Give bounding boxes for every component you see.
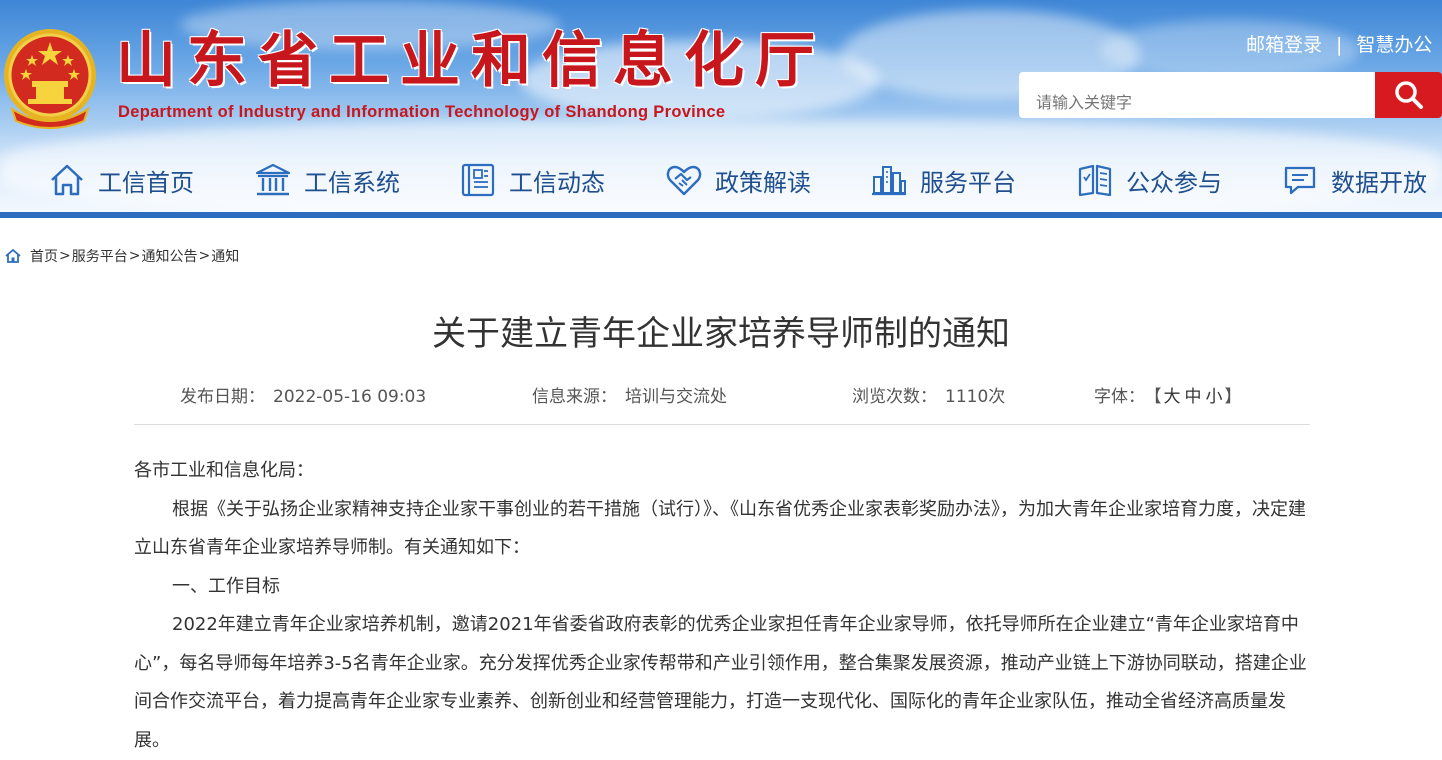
view-count-value: 1110次 [945, 387, 1006, 407]
info-source-label: 信息来源： [532, 387, 617, 407]
paragraph: 2022年建立青年企业家培养机制，邀请2021年省委省政府表彰的优秀企业家担任青… [134, 614, 1307, 751]
nav-label: 服务平台 [920, 168, 1016, 197]
national-emblem-icon [4, 29, 96, 129]
breadcrumb-separator: > [198, 248, 211, 264]
search-button[interactable] [1375, 72, 1442, 118]
home-icon [5, 248, 21, 263]
nav-item-system[interactable]: 工信系统 [254, 152, 400, 208]
building-icon [255, 163, 291, 196]
nav-item-service[interactable]: 服务平台 [870, 152, 1016, 208]
nav-item-news[interactable]: 工信动态 [459, 152, 605, 208]
font-bracket-close: 】 [1224, 387, 1242, 407]
font-large-button[interactable]: 大 [1164, 387, 1181, 407]
font-small-button[interactable]: 小 [1206, 387, 1223, 407]
header-divider [0, 212, 1442, 218]
publish-date-label: 发布日期： [180, 387, 265, 407]
nav-label: 政策解读 [715, 168, 811, 197]
top-links: 邮箱登录 | 智慧办公 [1246, 30, 1432, 57]
link-separator: | [1336, 34, 1343, 56]
font-size-switcher: 字体： 【大中小】 [1094, 382, 1242, 407]
breadcrumb-announcements[interactable]: 通知公告 [141, 246, 197, 266]
search-input[interactable] [1019, 72, 1375, 118]
site-header: 山东省工业和信息化厅 Department of Industry and In… [0, 0, 1442, 214]
mail-login-link[interactable]: 邮箱登录 [1246, 30, 1322, 57]
news-icon [461, 163, 495, 197]
font-medium-button[interactable]: 中 [1185, 387, 1202, 407]
site-subtitle: Department of Industry and Information T… [118, 103, 726, 121]
breadcrumb: 首页 > 服务平台 > 通知公告 > 通知 [4, 246, 239, 266]
meta-divider [134, 424, 1310, 425]
nav-item-policy[interactable]: 政策解读 [665, 152, 811, 208]
section-heading: 一、工作目标 [172, 575, 280, 597]
salutation: 各市工业和信息化局： [134, 460, 314, 481]
site-title: 山东省工业和信息化厅 [116, 26, 826, 96]
article-title: 关于建立青年企业家培养导师制的通知 [432, 314, 1010, 354]
breadcrumb-service-platform[interactable]: 服务平台 [72, 246, 128, 266]
nav-item-home[interactable]: 工信首页 [48, 152, 194, 208]
chat-icon [1284, 166, 1316, 195]
breadcrumb-separator: > [59, 248, 71, 264]
publish-date-value: 2022-05-16 09:03 [273, 387, 427, 407]
nav-label: 数据开放 [1331, 168, 1427, 197]
home-icon [51, 164, 83, 196]
font-size-label: 字体： [1094, 387, 1145, 407]
nav-label: 工信系统 [304, 168, 400, 197]
publish-date: 发布日期： 2022-05-16 09:03 [180, 382, 426, 407]
info-source-value: 培训与交流处 [625, 387, 727, 407]
view-count: 浏览次数： 1110次 [852, 382, 1005, 407]
nav-label: 公众参与 [1126, 168, 1222, 197]
breadcrumb-notice[interactable]: 通知 [211, 246, 239, 266]
breadcrumb-separator: > [128, 248, 141, 264]
city-icon [872, 166, 906, 196]
main-nav: 工信首页 工信系统 工信动态 政策解读 服务平台 公众参与 数据开放 [0, 152, 1442, 208]
paragraph: 根据《关于弘扬企业家精神支持企业家干事创业的若干措施（试行）》、《山东省优秀企业… [134, 498, 1306, 559]
article-body: 各市工业和信息化局： 根据《关于弘扬企业家精神支持企业家干事创业的若干措施（试行… [134, 452, 1310, 760]
nav-item-participation[interactable]: 公众参与 [1076, 152, 1222, 208]
search-icon [1394, 81, 1423, 109]
font-bracket-open: 【 [1153, 387, 1162, 407]
nav-label: 工信首页 [98, 168, 194, 197]
nav-label: 工信动态 [509, 168, 605, 197]
handshake-icon [666, 165, 702, 196]
nav-item-data[interactable]: 数据开放 [1281, 152, 1427, 208]
info-source: 信息来源： 培训与交流处 [532, 382, 727, 407]
smart-office-link[interactable]: 智慧办公 [1356, 30, 1432, 57]
breadcrumb-home[interactable]: 首页 [30, 246, 58, 266]
book-icon [1078, 164, 1112, 197]
view-count-label: 浏览次数： [852, 387, 937, 407]
